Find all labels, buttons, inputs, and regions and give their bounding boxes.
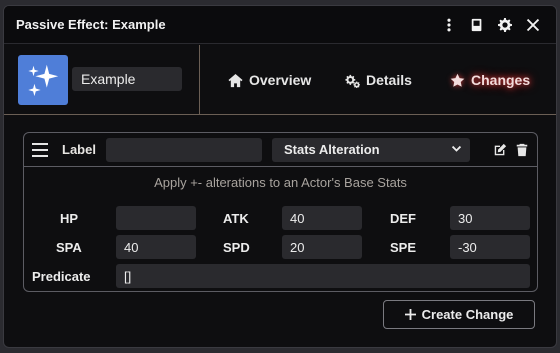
sheet-header: Overview Details Changes: [4, 45, 556, 115]
change-card: Label Stats Alteration Apply +- alterati…: [23, 132, 538, 292]
change-type-select[interactable]: Stats Alteration: [272, 137, 470, 162]
home-icon: [228, 73, 243, 87]
stat-label-hp: HP: [60, 211, 79, 226]
predicate-input[interactable]: []: [116, 264, 530, 288]
tab-overview[interactable]: Overview: [228, 72, 311, 88]
effect-name-input[interactable]: [72, 67, 182, 91]
star-icon: [450, 73, 465, 87]
stat-input-spa[interactable]: 40: [116, 235, 196, 259]
tab-details[interactable]: Details: [345, 72, 412, 88]
change-hint: Apply +- alterations to an Actor's Base …: [154, 175, 407, 190]
passive-effect-window: Passive Effect: Example Overview: [3, 5, 557, 348]
predicate-label: Predicate: [32, 269, 91, 284]
change-label-caption: Label: [62, 142, 96, 157]
stat-label-spe: SPE: [390, 240, 417, 255]
close-icon[interactable]: [522, 14, 544, 36]
change-card-header: Label Stats Alteration: [24, 133, 537, 167]
stat-input-spe[interactable]: -30: [450, 235, 530, 259]
more-vertical-icon[interactable]: [438, 14, 460, 36]
chevron-down-icon: [451, 145, 462, 152]
drag-handle-icon[interactable]: [32, 142, 48, 157]
compendium-icon[interactable]: [466, 14, 488, 36]
plus-icon: [404, 309, 416, 320]
sheet-tabs: Overview Details Changes: [200, 45, 556, 115]
tab-changes-label: Changes: [471, 72, 531, 88]
create-change-label: Create Change: [421, 307, 514, 322]
tab-overview-label: Overview: [249, 72, 312, 88]
change-label-input[interactable]: [106, 137, 262, 162]
stat-label-spa: SPA: [56, 240, 82, 255]
stat-input-atk[interactable]: 40: [282, 206, 362, 230]
gear-icon[interactable]: [494, 14, 516, 36]
gears-icon: [345, 74, 360, 88]
effect-image[interactable]: [18, 55, 68, 105]
edit-icon[interactable]: [493, 143, 507, 157]
change-type-value: Stats Alteration: [284, 142, 380, 157]
sparkles-icon: [28, 64, 59, 97]
stat-input-hp[interactable]: [116, 206, 196, 230]
stat-input-spd[interactable]: 20: [282, 235, 362, 259]
stat-label-spd: SPD: [223, 240, 250, 255]
stat-label-def: DEF: [390, 211, 416, 226]
window-titlebar[interactable]: Passive Effect: Example: [4, 6, 556, 44]
window-title: Passive Effect: Example: [16, 17, 166, 32]
stat-input-def[interactable]: 30: [450, 206, 530, 230]
trash-icon[interactable]: [515, 143, 529, 157]
tab-details-label: Details: [366, 72, 412, 88]
tab-changes[interactable]: Changes: [450, 72, 530, 88]
stat-label-atk: ATK: [223, 211, 249, 226]
create-change-button[interactable]: Create Change: [383, 300, 535, 329]
